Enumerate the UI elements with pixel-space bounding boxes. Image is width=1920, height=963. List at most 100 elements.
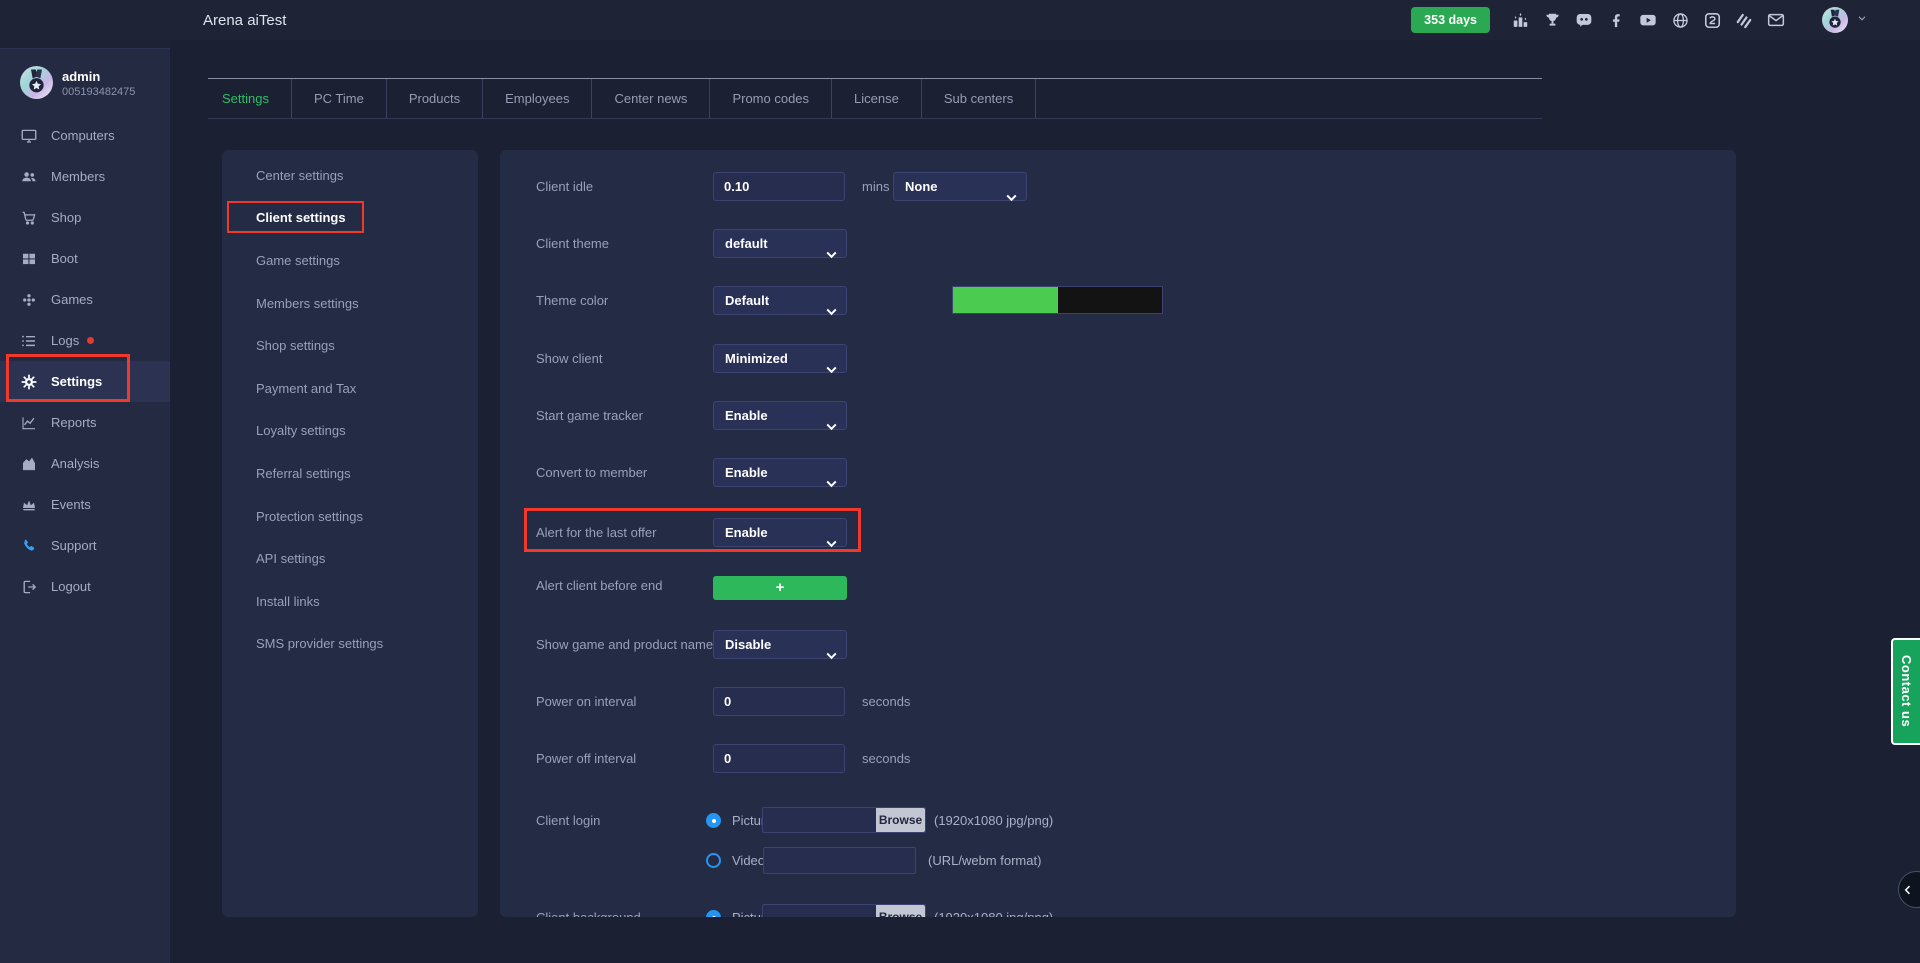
youtube-icon[interactable] [1638,10,1658,30]
client-background-file-input[interactable]: Browse [762,904,926,917]
user-avatar[interactable] [1822,7,1848,33]
license-days-badge[interactable]: 353 days [1411,7,1490,33]
collapse-chevron-button[interactable] [1898,871,1920,908]
topbar-actions: 353 days [1411,0,1868,40]
settings-menu-panel: Center settings Client settings Game set… [222,150,478,917]
client-idle-action-select[interactable]: None [893,172,1027,201]
theme-color-select[interactable]: Default [713,286,847,315]
menu-item-referral-settings[interactable]: Referral settings [222,452,478,495]
power-on-interval-input[interactable] [713,687,845,716]
convert-to-member-select[interactable]: Enable [713,458,847,487]
tab-employees[interactable]: Employees [483,79,592,118]
form-row-alert-last-offer: Alert for the last offer Enable [536,518,1706,547]
client-login-picture-radio[interactable] [706,813,721,828]
menu-item-loyalty-settings[interactable]: Loyalty settings [222,410,478,453]
theme-color-black [1058,287,1162,313]
mail-icon[interactable] [1766,10,1786,30]
tab-promo-codes[interactable]: Promo codes [710,79,832,118]
menu-item-center-settings[interactable]: Center settings [222,154,478,197]
client-background-picture-radio[interactable] [706,910,721,917]
chevron-down-icon [826,241,837,268]
facebook-icon[interactable] [1606,10,1626,30]
logs-alert-dot [87,337,94,344]
menu-item-shop-settings[interactable]: Shop settings [222,324,478,367]
add-alert-button[interactable]: + [713,576,847,600]
menu-item-api-settings[interactable]: API settings [222,537,478,580]
tab-pc-time[interactable]: PC Time [292,79,387,118]
sidebar-item-boot[interactable]: Boot [0,238,170,279]
leaderboard-icon[interactable] [1510,10,1530,30]
layers-icon[interactable] [1734,10,1754,30]
sidebar-item-events[interactable]: Events [0,484,170,525]
tab-license[interactable]: License [832,79,922,118]
form-row-theme-color: Theme color Default [536,286,1706,315]
field-label: Start game tracker [536,401,643,430]
sidebar: admin 005193482475 Computers Members Sho… [0,49,170,963]
power-off-interval-input[interactable] [713,744,845,773]
sidebar-item-logout[interactable]: Logout [0,566,170,607]
globe-icon[interactable] [1670,10,1690,30]
crown-icon [20,496,38,514]
sidebar-item-shop[interactable]: Shop [0,197,170,238]
sidebar-item-members[interactable]: Members [0,156,170,197]
show-names-select[interactable]: Disable [713,630,847,659]
field-label: Client login [536,806,600,835]
section-tabs: Settings PC Time Products Employees Cent… [208,78,1542,119]
tab-products[interactable]: Products [387,79,483,118]
sidebar-item-logs[interactable]: Logs [0,320,170,361]
sidebar-item-label: Games [51,292,93,307]
sidebar-item-label: Computers [51,128,115,143]
form-row-power-on: Power on interval seconds [536,687,1706,716]
client-login-picture-file-input[interactable]: Browse [762,807,926,833]
menu-item-payment-and-tax[interactable]: Payment and Tax [222,367,478,410]
chevron-down-icon [826,470,837,497]
field-label: Client theme [536,229,609,258]
sidebar-item-label: Members [51,169,105,184]
top-bar: Arena aiTest 353 days [0,0,1920,40]
sidebar-item-analysis[interactable]: Analysis [0,443,170,484]
chevron-down-icon[interactable] [1856,11,1868,29]
sidebar-item-reports[interactable]: Reports [0,402,170,443]
contact-us-tab[interactable]: Contact us [1891,638,1920,745]
menu-item-game-settings[interactable]: Game settings [222,239,478,282]
form-row-show-client: Show client Minimized [536,344,1706,373]
sidebar-item-support[interactable]: Support [0,525,170,566]
form-row-start-game-tracker: Start game tracker Enable [536,401,1706,430]
theme-color-preview[interactable] [952,286,1163,314]
client-idle-input[interactable] [713,172,845,201]
tab-settings[interactable]: Settings [208,79,292,118]
sidebar-item-label: Shop [51,210,81,225]
browse-button[interactable]: Browse [876,808,925,832]
area-chart-icon [20,455,38,473]
start-game-tracker-select[interactable]: Enable [713,401,847,430]
sidebar-item-label: Settings [51,374,102,389]
sidebar-user-avatar[interactable] [20,66,53,99]
sidebar-item-label: Events [51,497,91,512]
sidebar-item-settings[interactable]: Settings [0,361,170,402]
menu-item-install-links[interactable]: Install links [222,580,478,623]
user-id: 005193482475 [62,86,135,98]
menu-item-members-settings[interactable]: Members settings [222,282,478,325]
show-client-select[interactable]: Minimized [713,344,847,373]
sidebar-item-games[interactable]: Games [0,279,170,320]
alert-last-offer-select[interactable]: Enable [713,518,847,547]
client-login-video-radio[interactable] [706,853,721,868]
sidebar-item-label: Logout [51,579,91,594]
menu-item-protection-settings[interactable]: Protection settings [222,495,478,538]
gamepad-icon [20,291,38,309]
trophy-icon[interactable] [1542,10,1562,30]
icafecloud-icon[interactable] [1702,10,1722,30]
menu-item-sms-provider-settings[interactable]: SMS provider settings [222,623,478,666]
client-theme-select[interactable]: default [713,229,847,258]
form-row-client-login-picture: Client login Picture Browse (1920x1080 j… [536,806,1706,835]
sidebar-item-computers[interactable]: Computers [0,115,170,156]
field-suffix: mins [862,172,889,201]
browse-button[interactable]: Browse [876,905,925,917]
client-login-video-url-input[interactable] [763,847,916,874]
tab-center-news[interactable]: Center news [592,79,710,118]
field-label: Alert client before end [536,574,662,603]
sidebar-item-label: Analysis [51,456,99,471]
tab-sub-centers[interactable]: Sub centers [922,79,1036,118]
menu-item-client-settings[interactable]: Client settings [222,197,478,240]
discord-icon[interactable] [1574,10,1594,30]
